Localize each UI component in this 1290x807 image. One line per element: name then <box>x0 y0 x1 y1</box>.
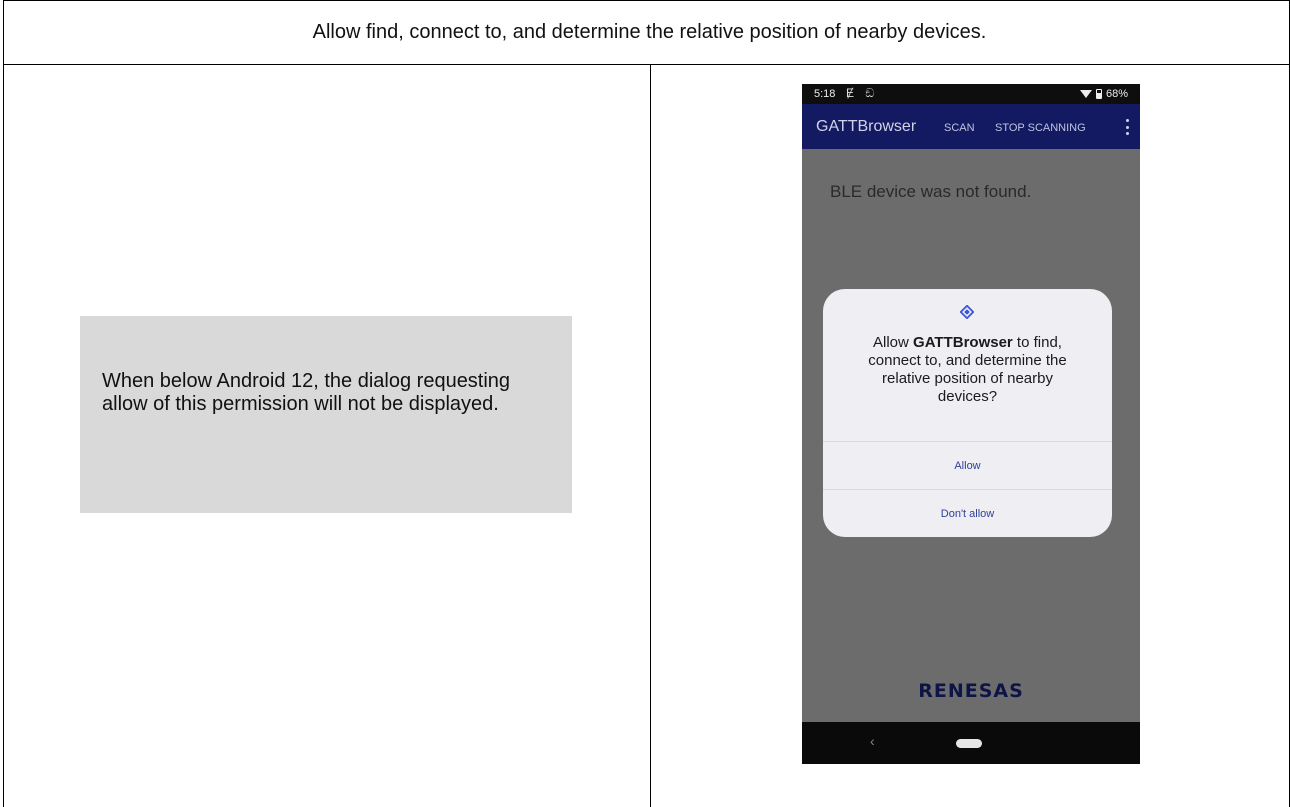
overflow-menu-icon[interactable] <box>1125 119 1129 135</box>
status-time: 5:18 <box>814 88 836 100</box>
stop-scanning-button[interactable]: STOP SCANNING <box>995 122 1086 134</box>
dialog-message-pre: Allow <box>873 334 914 351</box>
permission-dialog: Allow GATTBrowser to find, connect to, a… <box>823 289 1112 537</box>
battery-percent: 68% <box>1105 88 1128 100</box>
dialog-message: Allow GATTBrowser to find, connect to, a… <box>823 334 1112 406</box>
table-column-divider <box>650 64 651 807</box>
status-right: 68% <box>1079 88 1128 100</box>
phone-screenshot: 5:18 Ɇ ඞ 68% GATTBrowser SCAN STOP SCANN… <box>802 84 1140 764</box>
dialog-app-name: GATTBrowser <box>913 334 1013 351</box>
app-bar: GATTBrowser SCAN STOP SCANNING <box>802 104 1140 149</box>
navigation-bar: ‹ <box>802 722 1140 764</box>
allow-button[interactable]: Allow <box>823 442 1112 490</box>
note-text: When below Android 12, the dialog reques… <box>102 370 511 415</box>
wifi-icon <box>1079 90 1092 98</box>
app-title: GATTBrowser <box>816 118 917 135</box>
note-box: When below Android 12, the dialog reques… <box>80 316 572 513</box>
table-border-left <box>3 0 4 807</box>
table-header-cell: Allow find, connect to, and determine th… <box>3 0 1290 64</box>
table-header-divider <box>3 64 1290 65</box>
back-icon[interactable]: ‹ <box>870 733 875 749</box>
nearby-devices-icon <box>960 305 974 319</box>
dont-allow-button[interactable]: Don't allow <box>823 490 1112 537</box>
home-pill-icon[interactable] <box>956 739 982 748</box>
status-notification-icons: Ɇ ඞ <box>846 86 879 100</box>
battery-icon <box>1095 89 1102 99</box>
ble-status-message: BLE device was not found. <box>830 182 1032 201</box>
renesas-logo: RENESAS <box>918 680 1024 702</box>
status-bar: 5:18 Ɇ ඞ 68% <box>802 84 1140 104</box>
scan-button[interactable]: SCAN <box>944 122 975 134</box>
header-title: Allow find, connect to, and determine th… <box>312 20 987 43</box>
